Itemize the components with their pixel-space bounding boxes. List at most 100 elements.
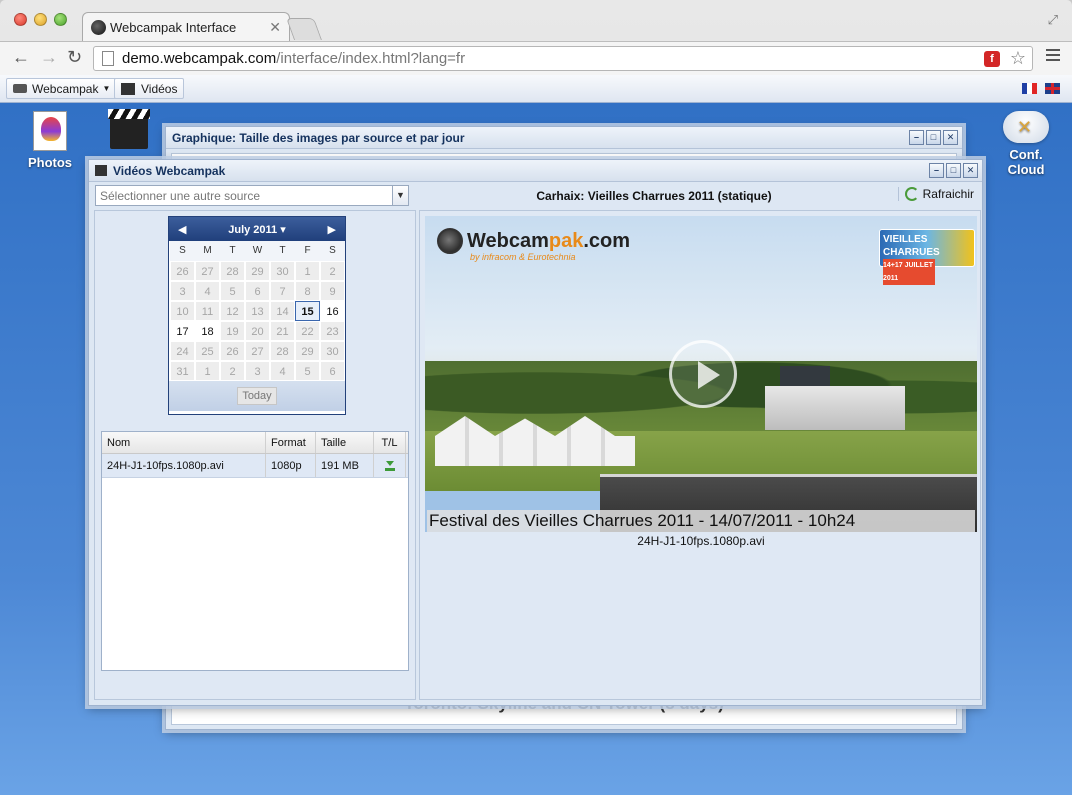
calendar-header: ◀ July 2011 ▾ ▶ <box>169 217 345 241</box>
calendar-day: 27 <box>245 341 270 361</box>
play-icon[interactable] <box>669 340 737 408</box>
flash-plugin-icon[interactable]: f <box>984 51 1000 67</box>
window-controls <box>14 13 67 26</box>
column-header-name[interactable]: Nom <box>102 432 266 453</box>
browser-tab[interactable]: Webcampak Interface ✕ <box>82 12 290 42</box>
chevron-down-icon[interactable]: ▼ <box>392 186 408 205</box>
maximize-icon[interactable]: □ <box>946 163 961 178</box>
festival-badge-text: VIEILLES CHARRUES <box>883 234 940 258</box>
source-select[interactable]: Sélectionner une autre source ▼ <box>95 185 409 206</box>
weekday-header: W <box>245 241 270 261</box>
new-tab-button[interactable] <box>285 18 323 40</box>
refresh-icon <box>904 187 919 201</box>
page-icon <box>102 51 114 66</box>
calendar-day: 4 <box>195 281 220 301</box>
back-arrow-icon[interactable]: ← <box>12 47 30 68</box>
browser-menu-icon[interactable] <box>1046 49 1060 64</box>
calendar-day: 26 <box>220 341 245 361</box>
festival-logo: VIEILLES CHARRUES 14+17 JUILLET 2011 <box>879 229 975 285</box>
column-header-size[interactable]: Taille <box>316 432 374 453</box>
calendar-day: 1 <box>295 261 320 281</box>
month-label: July 2011 <box>228 223 278 236</box>
camera-icon <box>13 84 27 93</box>
webcampak-menu-label: Webcampak <box>32 81 99 96</box>
webcam-favicon-icon <box>91 20 106 35</box>
video-file-label: 24H-J1-10fps.1080p.avi <box>637 534 765 548</box>
calendar-day: 28 <box>270 341 295 361</box>
calendar-day: 25 <box>195 341 220 361</box>
today-button[interactable]: Today <box>237 387 277 405</box>
next-month-icon[interactable]: ▶ <box>328 223 336 236</box>
column-header-format[interactable]: Format <box>266 432 316 453</box>
videos-taskbar-button[interactable]: Vidéos <box>114 78 185 99</box>
url-host: demo.webcampak.com <box>122 50 277 67</box>
previous-month-icon[interactable]: ◀ <box>178 223 186 236</box>
webcampak-menu-button[interactable]: Webcampak ▼ <box>6 78 118 99</box>
close-tab-icon[interactable]: ✕ <box>269 19 281 36</box>
refresh-button[interactable]: Rafraichir <box>897 187 974 201</box>
minimize-icon[interactable]: – <box>929 163 944 178</box>
calendar-day: 9 <box>320 281 345 301</box>
bookmark-star-icon[interactable]: ☆ <box>1010 48 1026 69</box>
chart-window-titlebar[interactable]: Graphique: Taille des images par source … <box>166 127 962 149</box>
balloon-photo-icon <box>33 111 67 151</box>
weekday-header: S <box>320 241 345 261</box>
fullscreen-icon[interactable]: ⤢ <box>1048 12 1058 28</box>
desktop-icon-cloud[interactable]: Conf. Cloud <box>990 111 1062 177</box>
calendar-day: 1 <box>195 361 220 381</box>
calendar-day: 14 <box>270 301 295 321</box>
minimize-window-button[interactable] <box>34 13 47 26</box>
french-flag-icon[interactable] <box>1022 83 1037 94</box>
calendar-day[interactable]: 16 <box>320 301 345 321</box>
browser-toolbar: ← → ↻ demo.webcampak.com /interface/inde… <box>0 41 1072 75</box>
minimize-icon[interactable]: – <box>909 130 924 145</box>
close-window-button[interactable] <box>14 13 27 26</box>
stream-title: Carhaix: Vieilles Charrues 2011 (statiqu… <box>536 189 772 203</box>
calendar-day: 5 <box>220 281 245 301</box>
calendar-day[interactable]: 18 <box>195 321 220 341</box>
watermark-text: Webcampak.com <box>467 229 631 252</box>
calendar-grid: S M T W T F S 26 27 28 29 30 1 2 3 4 5 6 7 8 9 10 11 12 13 14 15 16… <box>169 241 345 381</box>
uk-flag-icon[interactable] <box>1045 83 1060 94</box>
calendar-day: 27 <box>195 261 220 281</box>
calendar-day: 12 <box>220 301 245 321</box>
date-picker: ◀ July 2011 ▾ ▶ S M T W T F S 26 27 28 29 30 1 2 3 4 5 6 7… <box>168 216 346 415</box>
close-icon[interactable]: ✕ <box>943 130 958 145</box>
table-row[interactable]: 24H-J1-10fps.1080p.avi 1080p 191 MB <box>102 454 408 478</box>
calendar-day: 11 <box>195 301 220 321</box>
calendar-day: 28 <box>220 261 245 281</box>
grid-header: Nom Format Taille T/L <box>102 432 408 454</box>
weekday-header: S <box>170 241 195 261</box>
desktop-icon-photos[interactable]: Photos <box>25 111 75 170</box>
clapperboard-icon <box>121 82 135 95</box>
calendar-day: 21 <box>270 321 295 341</box>
videos-window: Vidéos Webcampak – □ ✕ Sélectionner une … <box>88 159 983 706</box>
maximize-icon[interactable]: □ <box>926 130 941 145</box>
column-header-download[interactable]: T/L <box>374 432 406 453</box>
browser-window: Webcampak Interface ✕ ⤢ ← → ↻ demo.webca… <box>0 0 1072 795</box>
source-select-placeholder: Sélectionner une autre source <box>100 188 261 203</box>
close-icon[interactable]: ✕ <box>963 163 978 178</box>
calendar-day[interactable]: 15 <box>295 301 320 321</box>
forward-arrow-icon[interactable]: → <box>40 47 58 68</box>
month-selector[interactable]: July 2011 ▾ <box>228 223 286 236</box>
calendar-day[interactable]: 17 <box>170 321 195 341</box>
video-overlay-caption: Festival des Vieilles Charrues 2011 - 14… <box>427 510 975 532</box>
videos-taskbar-label: Vidéos <box>141 81 178 96</box>
video-file-grid: Nom Format Taille T/L 24H-J1-10fps.1080p… <box>101 431 409 671</box>
calendar-day: 3 <box>170 281 195 301</box>
calendar-day: 30 <box>320 341 345 361</box>
desktop-icon-videos[interactable] <box>106 109 152 149</box>
video-hall <box>765 386 905 430</box>
zoom-window-button[interactable] <box>54 13 67 26</box>
video-player[interactable]: Webcampak.com by infracom & Eurotechnia … <box>425 216 977 532</box>
weekday-header: M <box>195 241 220 261</box>
videos-window-titlebar[interactable]: Vidéos Webcampak – □ ✕ <box>89 160 982 182</box>
file-size-cell: 191 MB <box>316 454 374 477</box>
file-format-cell: 1080p <box>266 454 316 477</box>
address-bar[interactable]: demo.webcampak.com /interface/index.html… <box>93 46 1033 71</box>
download-icon[interactable] <box>384 460 395 471</box>
reload-icon[interactable]: ↻ <box>67 47 82 68</box>
clapperboard-icon <box>95 165 107 176</box>
calendar-day: 7 <box>270 281 295 301</box>
